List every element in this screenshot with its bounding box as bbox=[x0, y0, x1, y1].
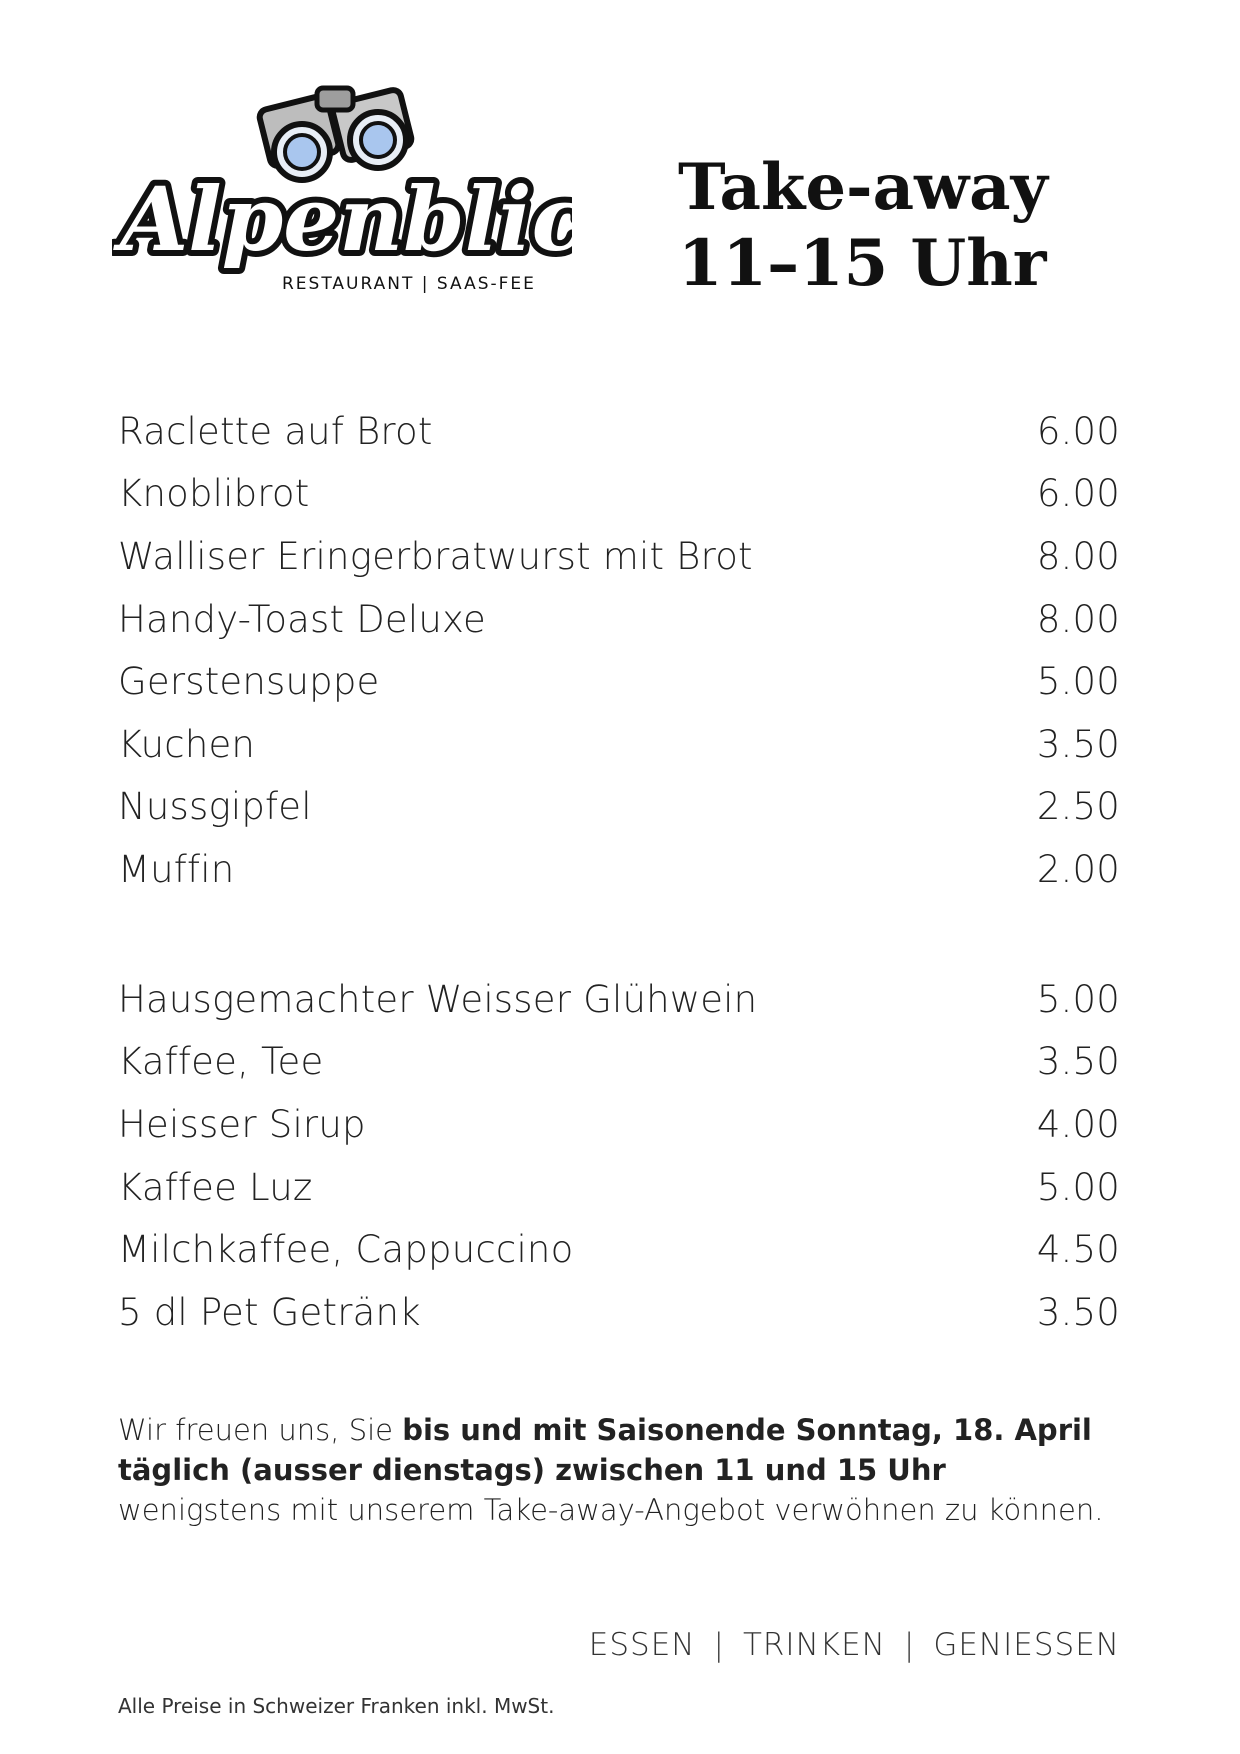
menu-item: Hausgemachter Weisser Glühwein 5.00 bbox=[118, 968, 1120, 1031]
menu-item: Kuchen 3.50 bbox=[118, 713, 1120, 776]
logo-subtitle: RESTAURANT | SAAS-FEE bbox=[282, 274, 536, 294]
logo-wordmark: Alpenblick bbox=[113, 167, 572, 271]
item-name: Kuchen bbox=[118, 722, 256, 766]
item-name: 5 dl Pet Getränk bbox=[118, 1290, 421, 1334]
menu-item: Kaffee, Tee 3.50 bbox=[118, 1031, 1120, 1094]
item-price: 6.00 bbox=[1036, 409, 1120, 453]
item-price: 5.00 bbox=[1036, 977, 1120, 1021]
menu-item: 5 dl Pet Getränk 3.50 bbox=[118, 1281, 1120, 1344]
item-name: Handy-Toast Deluxe bbox=[118, 597, 486, 641]
alpenblick-logo: Alpenblick RESTAURANT | SAAS-FEE bbox=[112, 85, 572, 294]
notice-hours: täglich (ausser dienstags) zwischen 11 u… bbox=[118, 1453, 946, 1487]
menu-item: Heisser Sirup 4.00 bbox=[118, 1093, 1120, 1156]
item-price: 4.50 bbox=[1036, 1228, 1120, 1272]
notice-end: wenigstens mit unserem Take-away-Angebot… bbox=[118, 1493, 1104, 1527]
title-line-1: Take-away bbox=[678, 150, 1048, 225]
item-price: 8.00 bbox=[1036, 597, 1120, 641]
item-name: Kaffee, Tee bbox=[118, 1040, 324, 1084]
slogan-geniessen: GENIESSEN bbox=[933, 1627, 1120, 1663]
item-name: Muffin bbox=[118, 847, 235, 891]
item-name: Walliser Eringerbratwurst mit Brot bbox=[118, 534, 753, 578]
item-price: 8.00 bbox=[1036, 534, 1120, 578]
item-price: 3.50 bbox=[1036, 1290, 1120, 1334]
item-price: 6.00 bbox=[1036, 472, 1120, 516]
item-name: Heisser Sirup bbox=[118, 1102, 366, 1146]
item-name: Raclette auf Brot bbox=[118, 409, 433, 453]
menu-item: Gerstensuppe 5.00 bbox=[118, 650, 1120, 713]
item-price: 3.50 bbox=[1036, 722, 1120, 766]
slogan: ESSEN | TRINKEN | GENIESSEN bbox=[589, 1627, 1120, 1663]
menu-item: Knoblibrot 6.00 bbox=[118, 463, 1120, 526]
menu-item: Handy-Toast Deluxe 8.00 bbox=[118, 588, 1120, 651]
item-name: Milchkaffee, Cappuccino bbox=[118, 1228, 574, 1272]
menu-item: Muffin 2.00 bbox=[118, 838, 1120, 901]
menu-item: Kaffee Luz 5.00 bbox=[118, 1156, 1120, 1219]
menu-item: Raclette auf Brot 6.00 bbox=[118, 400, 1120, 463]
opening-notice: Wir freuen uns, Sie bis und mit Saisonen… bbox=[118, 1410, 1128, 1530]
slogan-divider: | bbox=[903, 1627, 916, 1663]
drink-menu-list: Hausgemachter Weisser Glühwein 5.00 Kaffe… bbox=[118, 968, 1120, 1344]
slogan-trinken: TRINKEN bbox=[742, 1627, 886, 1663]
notice-season-end: bis und mit Saisonende Sonntag, 18. Apri… bbox=[402, 1413, 1092, 1447]
menu-item: Milchkaffee, Cappuccino 4.50 bbox=[118, 1218, 1120, 1281]
food-menu-list: Raclette auf Brot 6.00 Knoblibrot 6.00 Wal… bbox=[118, 400, 1120, 901]
slogan-divider: | bbox=[713, 1627, 725, 1663]
item-name: Gerstensuppe bbox=[118, 660, 380, 704]
slogan-essen: ESSEN bbox=[588, 1627, 696, 1663]
item-name: Kaffee Luz bbox=[118, 1165, 313, 1209]
price-footnote: Alle Preise in Schweizer Franken inkl. M… bbox=[118, 1694, 555, 1718]
item-price: 5.00 bbox=[1036, 660, 1120, 704]
item-price: 4.00 bbox=[1036, 1102, 1120, 1146]
menu-item: Nussgipfel 2.50 bbox=[118, 776, 1120, 839]
item-price: 2.00 bbox=[1036, 847, 1120, 891]
item-price: 2.50 bbox=[1036, 785, 1120, 829]
item-name: Nussgipfel bbox=[118, 785, 312, 829]
notice-intro: Wir freuen uns, Sie bbox=[118, 1413, 403, 1447]
item-price: 3.50 bbox=[1036, 1040, 1120, 1084]
menu-item: Walliser Eringerbratwurst mit Brot 8.00 bbox=[118, 525, 1120, 588]
page-title: Take-away 11–15 Uhr bbox=[678, 150, 1048, 302]
item-price: 5.00 bbox=[1036, 1165, 1120, 1209]
item-name: Hausgemachter Weisser Glühwein bbox=[118, 977, 758, 1021]
item-name: Knoblibrot bbox=[118, 472, 310, 516]
title-line-2: 11–15 Uhr bbox=[678, 226, 1047, 301]
